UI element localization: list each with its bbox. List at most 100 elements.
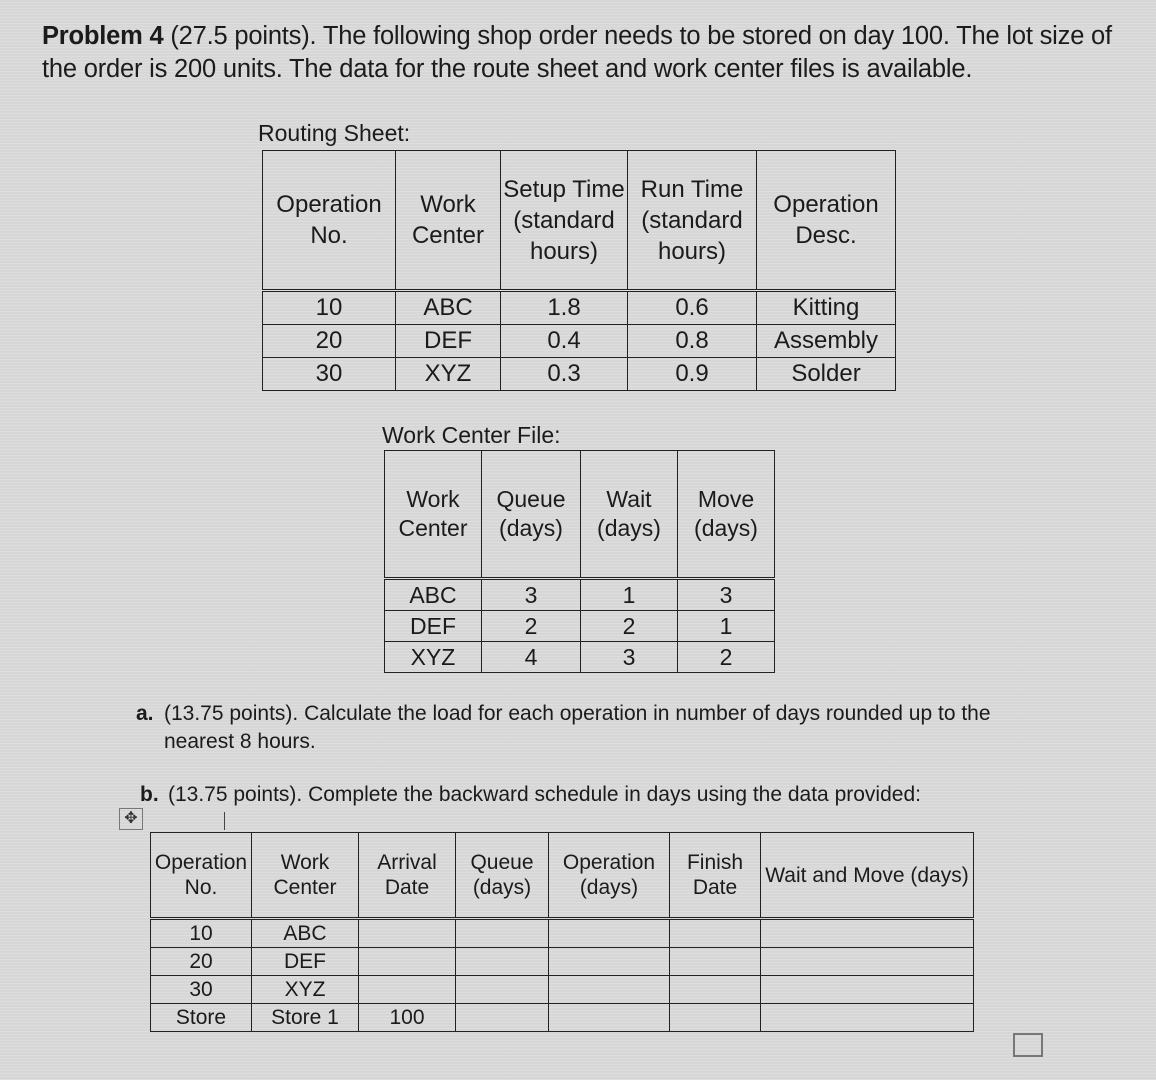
header-queue: Queue (days) [481,450,581,579]
cell: 1.8 [500,290,628,325]
cell: 3 [580,641,678,673]
cell: 2 [677,641,775,673]
question-b-text: (13.75 points). Complete the backward sc… [168,783,921,806]
table-resize-handle[interactable] [1013,1033,1043,1057]
cell: Store 1 [251,1003,359,1032]
finish-date-cell[interactable] [669,947,761,976]
cell: 0.9 [627,357,757,391]
question-b-label: b. [140,783,159,806]
cursor-marker [224,812,225,830]
header-run-time: Run Time (standard hours) [627,150,757,291]
cell: 3 [481,578,581,611]
schedule-header-row: Operation No. Work Center Arrival Date Q… [150,832,974,919]
queue-days-cell[interactable] [455,947,549,976]
cell: 0.6 [627,290,757,325]
queue-days-cell[interactable] [455,918,549,948]
operation-days-cell[interactable] [548,1003,670,1032]
question-b: b. (13.75 points). Complete the backward … [140,781,1090,809]
operation-days-cell[interactable] [548,947,670,976]
header-finish-date: Finish Date [669,832,761,919]
table-row: 20 DEF [150,947,974,976]
header-operation-days: Operation (days) [548,832,670,919]
cell: 2 [580,610,678,642]
backward-schedule-table[interactable]: Operation No. Work Center Arrival Date Q… [150,832,974,1032]
cell: Store [150,1003,252,1032]
question-a-label: a. [136,702,154,725]
cell: Kitting [756,290,896,325]
wait-move-days-cell[interactable] [760,918,974,948]
cell: 30 [262,357,396,391]
routing-header-row: Operation No. Work Center Setup Time (st… [262,150,896,291]
header-work-center: Work Center [251,832,359,919]
cell: ABC [395,290,501,325]
table-row: DEF 2 2 1 [384,610,775,642]
header-arrival-date: Arrival Date [358,832,456,919]
wait-move-days-cell[interactable] [760,947,974,976]
cell: DEF [384,610,482,642]
work-center-file-table: Work Center Queue (days) Wait (days) Mov… [384,450,775,673]
table-row: 30 XYZ 0.3 0.9 Solder [262,357,896,391]
wait-move-days-cell[interactable] [760,1003,974,1032]
question-a-text: (13.75 points). Calculate the load for e… [164,702,991,753]
finish-date-cell[interactable] [669,975,761,1004]
cell: 10 [150,918,252,948]
table-row: 10 ABC 1.8 0.6 Kitting [262,290,896,325]
finish-date-cell[interactable] [669,918,761,948]
cell: Assembly [756,324,896,358]
header-operation-no: Operation No. [262,150,396,291]
cell: DEF [395,324,501,358]
cell: 3 [677,578,775,611]
header-work-center: Work Center [384,450,482,579]
table-row: 30 XYZ [150,975,974,1004]
cell: 10 [262,290,396,325]
arrival-date-cell[interactable] [358,947,456,976]
cell: 4 [481,641,581,673]
header-queue-days: Queue (days) [455,832,549,919]
table-move-handle-icon[interactable]: ✥ [119,808,143,830]
cell: 1 [677,610,775,642]
cell: XYZ [384,641,482,673]
header-move: Move (days) [677,450,775,579]
routing-sheet-caption: Routing Sheet: [258,120,411,146]
cell: DEF [251,947,359,976]
header-operation-desc: Operation Desc. [756,150,896,291]
cell: 20 [262,324,396,358]
question-a: a. (13.75 points). Calculate the load for… [136,700,1086,756]
wait-move-days-cell[interactable] [760,975,974,1004]
cell: XYZ [251,975,359,1004]
routing-sheet-table: Operation No. Work Center Setup Time (st… [262,150,896,391]
problem-statement: Problem 4 (27.5 points). The following s… [42,20,1132,86]
table-row: ABC 3 1 3 [384,578,775,611]
arrival-date-cell[interactable] [358,918,456,948]
problem-text: (27.5 points). The following shop order … [42,22,1112,83]
operation-days-cell[interactable] [548,918,670,948]
cell: 0.8 [627,324,757,358]
header-wait: Wait (days) [580,450,678,579]
queue-days-cell[interactable] [455,1003,549,1032]
table-row: 10 ABC [150,918,974,948]
header-wait-move-days: Wait and Move (days) [760,832,974,919]
table-row: XYZ 4 3 2 [384,641,775,673]
queue-days-cell[interactable] [455,975,549,1004]
finish-date-cell[interactable] [669,1003,761,1032]
cell: 0.3 [500,357,628,391]
table-row: Store Store 1 100 [150,1003,974,1032]
arrival-date-cell[interactable] [358,975,456,1004]
cell: 30 [150,975,252,1004]
header-setup-time: Setup Time (standard hours) [500,150,628,291]
cell: Solder [756,357,896,391]
cell: 1 [580,578,678,611]
work-center-header-row: Work Center Queue (days) Wait (days) Mov… [384,450,775,579]
cell: ABC [251,918,359,948]
work-center-file-caption: Work Center File: [382,422,561,448]
cell: 20 [150,947,252,976]
cell: 2 [481,610,581,642]
problem-label: Problem 4 [42,22,164,50]
table-row: 20 DEF 0.4 0.8 Assembly [262,324,896,358]
arrival-date-cell[interactable]: 100 [358,1003,456,1032]
header-work-center: Work Center [395,150,501,291]
cell: XYZ [395,357,501,391]
header-operation-no: Operation No. [150,832,252,919]
cell: ABC [384,578,482,611]
operation-days-cell[interactable] [548,975,670,1004]
